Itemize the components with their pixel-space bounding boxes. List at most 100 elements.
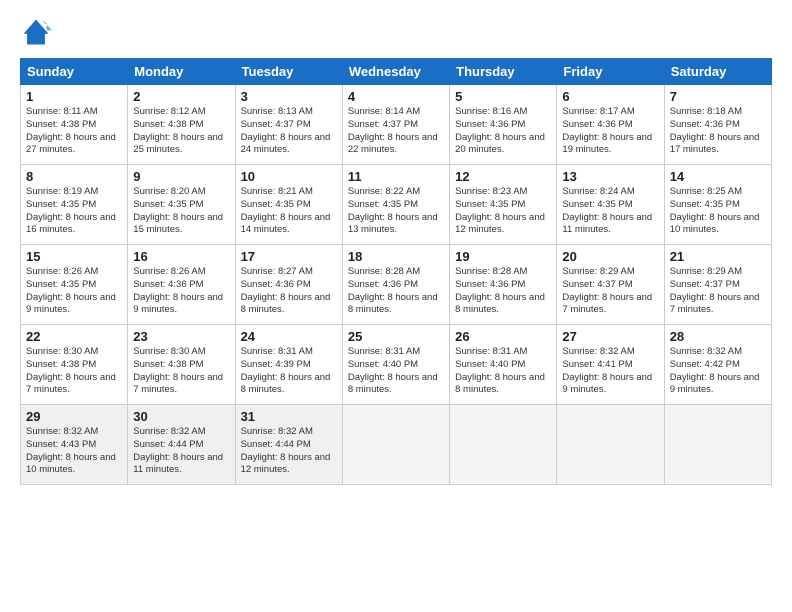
calendar-cell: 15 Sunrise: 8:26 AMSunset: 4:35 PMDayligh…	[21, 245, 128, 325]
day-detail: Sunrise: 8:18 AMSunset: 4:36 PMDaylight:…	[670, 106, 766, 157]
day-detail: Sunrise: 8:32 AMSunset: 4:44 PMDaylight:…	[241, 426, 337, 477]
day-detail: Sunrise: 8:31 AMSunset: 4:40 PMDaylight:…	[455, 346, 551, 397]
calendar-cell: 12 Sunrise: 8:23 AMSunset: 4:35 PMDayligh…	[450, 165, 557, 245]
calendar-cell: 21 Sunrise: 8:29 AMSunset: 4:37 PMDayligh…	[664, 245, 771, 325]
day-number: 18	[348, 249, 444, 264]
day-detail: Sunrise: 8:32 AMSunset: 4:42 PMDaylight:…	[670, 346, 766, 397]
calendar-cell: 23 Sunrise: 8:30 AMSunset: 4:38 PMDayligh…	[128, 325, 235, 405]
calendar-cell	[664, 405, 771, 485]
calendar-cell: 9Sunrise: 8:20 AMSunset: 4:35 PMDaylight…	[128, 165, 235, 245]
day-detail: Sunrise: 8:32 AMSunset: 4:43 PMDaylight:…	[26, 426, 122, 477]
day-number: 17	[241, 249, 337, 264]
day-number: 20	[562, 249, 658, 264]
day-number: 23	[133, 329, 229, 344]
page: SundayMondayTuesdayWednesdayThursdayFrid…	[0, 0, 792, 612]
weekday-header-thursday: Thursday	[450, 59, 557, 85]
day-number: 29	[26, 409, 122, 424]
calendar-cell	[342, 405, 449, 485]
day-number: 25	[348, 329, 444, 344]
day-number: 8	[26, 169, 122, 184]
calendar-cell: 20 Sunrise: 8:29 AMSunset: 4:37 PMDayligh…	[557, 245, 664, 325]
day-detail: Sunrise: 8:14 AMSunset: 4:37 PMDaylight:…	[348, 106, 444, 157]
day-detail: Sunrise: 8:32 AMSunset: 4:41 PMDaylight:…	[562, 346, 658, 397]
weekday-header-tuesday: Tuesday	[235, 59, 342, 85]
calendar-cell: 1 Sunrise: 8:11 AMSunset: 4:38 PMDaylight…	[21, 85, 128, 165]
calendar-cell: 24 Sunrise: 8:31 AMSunset: 4:39 PMDayligh…	[235, 325, 342, 405]
weekday-header-saturday: Saturday	[664, 59, 771, 85]
day-number: 1	[26, 89, 122, 104]
day-detail: Sunrise: 8:29 AMSunset: 4:37 PMDaylight:…	[670, 266, 766, 317]
day-detail: Sunrise: 8:29 AMSunset: 4:37 PMDaylight:…	[562, 266, 658, 317]
weekday-header-friday: Friday	[557, 59, 664, 85]
calendar-cell: 30Sunrise: 8:32 AMSunset: 4:44 PMDayligh…	[128, 405, 235, 485]
day-detail: Sunrise: 8:16 AMSunset: 4:36 PMDaylight:…	[455, 106, 551, 157]
calendar-cell: 16 Sunrise: 8:26 AMSunset: 4:36 PMDayligh…	[128, 245, 235, 325]
calendar-cell: 22 Sunrise: 8:30 AMSunset: 4:38 PMDayligh…	[21, 325, 128, 405]
day-detail: Sunrise: 8:31 AMSunset: 4:40 PMDaylight:…	[348, 346, 444, 397]
calendar-cell: 31 Sunrise: 8:32 AMSunset: 4:44 PMDayligh…	[235, 405, 342, 485]
calendar-cell: 27 Sunrise: 8:32 AMSunset: 4:41 PMDayligh…	[557, 325, 664, 405]
day-number: 12	[455, 169, 551, 184]
day-number: 2	[133, 89, 229, 104]
day-detail: Sunrise: 8:30 AMSunset: 4:38 PMDaylight:…	[26, 346, 122, 397]
day-number: 9	[133, 169, 229, 184]
week-row-4: 22 Sunrise: 8:30 AMSunset: 4:38 PMDayligh…	[21, 325, 772, 405]
weekday-header-row: SundayMondayTuesdayWednesdayThursdayFrid…	[21, 59, 772, 85]
calendar-cell: 26Sunrise: 8:31 AMSunset: 4:40 PMDayligh…	[450, 325, 557, 405]
day-number: 3	[241, 89, 337, 104]
day-number: 7	[670, 89, 766, 104]
calendar-cell	[557, 405, 664, 485]
day-number: 10	[241, 169, 337, 184]
calendar-cell: 5Sunrise: 8:16 AMSunset: 4:36 PMDaylight…	[450, 85, 557, 165]
calendar-cell: 3 Sunrise: 8:13 AMSunset: 4:37 PMDaylight…	[235, 85, 342, 165]
calendar-cell: 25 Sunrise: 8:31 AMSunset: 4:40 PMDayligh…	[342, 325, 449, 405]
weekday-header-sunday: Sunday	[21, 59, 128, 85]
day-detail: Sunrise: 8:28 AMSunset: 4:36 PMDaylight:…	[455, 266, 551, 317]
day-detail: Sunrise: 8:23 AMSunset: 4:35 PMDaylight:…	[455, 186, 551, 237]
calendar-cell: 4 Sunrise: 8:14 AMSunset: 4:37 PMDaylight…	[342, 85, 449, 165]
day-number: 6	[562, 89, 658, 104]
calendar-cell: 8 Sunrise: 8:19 AMSunset: 4:35 PMDaylight…	[21, 165, 128, 245]
day-number: 28	[670, 329, 766, 344]
day-number: 30	[133, 409, 229, 424]
day-number: 13	[562, 169, 658, 184]
day-number: 16	[133, 249, 229, 264]
day-number: 31	[241, 409, 337, 424]
week-row-5: 29 Sunrise: 8:32 AMSunset: 4:43 PMDayligh…	[21, 405, 772, 485]
day-number: 15	[26, 249, 122, 264]
calendar-cell: 28 Sunrise: 8:32 AMSunset: 4:42 PMDayligh…	[664, 325, 771, 405]
day-number: 24	[241, 329, 337, 344]
day-number: 14	[670, 169, 766, 184]
day-detail: Sunrise: 8:30 AMSunset: 4:38 PMDaylight:…	[133, 346, 229, 397]
week-row-1: 1 Sunrise: 8:11 AMSunset: 4:38 PMDaylight…	[21, 85, 772, 165]
calendar-cell: 17 Sunrise: 8:27 AMSunset: 4:36 PMDayligh…	[235, 245, 342, 325]
week-row-3: 15 Sunrise: 8:26 AMSunset: 4:35 PMDayligh…	[21, 245, 772, 325]
day-detail: Sunrise: 8:28 AMSunset: 4:36 PMDaylight:…	[348, 266, 444, 317]
logo-icon	[20, 16, 52, 48]
calendar-cell: 10Sunrise: 8:21 AMSunset: 4:35 PMDayligh…	[235, 165, 342, 245]
logo	[20, 16, 56, 48]
calendar-cell: 6 Sunrise: 8:17 AMSunset: 4:36 PMDaylight…	[557, 85, 664, 165]
day-number: 27	[562, 329, 658, 344]
day-detail: Sunrise: 8:12 AMSunset: 4:38 PMDaylight:…	[133, 106, 229, 157]
day-detail: Sunrise: 8:13 AMSunset: 4:37 PMDaylight:…	[241, 106, 337, 157]
day-number: 4	[348, 89, 444, 104]
day-number: 21	[670, 249, 766, 264]
day-detail: Sunrise: 8:17 AMSunset: 4:36 PMDaylight:…	[562, 106, 658, 157]
calendar-cell: 2 Sunrise: 8:12 AMSunset: 4:38 PMDaylight…	[128, 85, 235, 165]
day-detail: Sunrise: 8:27 AMSunset: 4:36 PMDaylight:…	[241, 266, 337, 317]
day-detail: Sunrise: 8:26 AMSunset: 4:35 PMDaylight:…	[26, 266, 122, 317]
day-number: 22	[26, 329, 122, 344]
calendar-cell: 19 Sunrise: 8:28 AMSunset: 4:36 PMDayligh…	[450, 245, 557, 325]
calendar-cell: 7 Sunrise: 8:18 AMSunset: 4:36 PMDaylight…	[664, 85, 771, 165]
day-number: 19	[455, 249, 551, 264]
calendar-cell: 14Sunrise: 8:25 AMSunset: 4:35 PMDayligh…	[664, 165, 771, 245]
calendar-cell: 11Sunrise: 8:22 AMSunset: 4:35 PMDayligh…	[342, 165, 449, 245]
weekday-header-monday: Monday	[128, 59, 235, 85]
day-detail: Sunrise: 8:31 AMSunset: 4:39 PMDaylight:…	[241, 346, 337, 397]
day-number: 11	[348, 169, 444, 184]
calendar-table: SundayMondayTuesdayWednesdayThursdayFrid…	[20, 58, 772, 485]
day-detail: Sunrise: 8:11 AMSunset: 4:38 PMDaylight:…	[26, 106, 122, 157]
day-detail: Sunrise: 8:26 AMSunset: 4:36 PMDaylight:…	[133, 266, 229, 317]
day-detail: Sunrise: 8:19 AMSunset: 4:35 PMDaylight:…	[26, 186, 122, 237]
